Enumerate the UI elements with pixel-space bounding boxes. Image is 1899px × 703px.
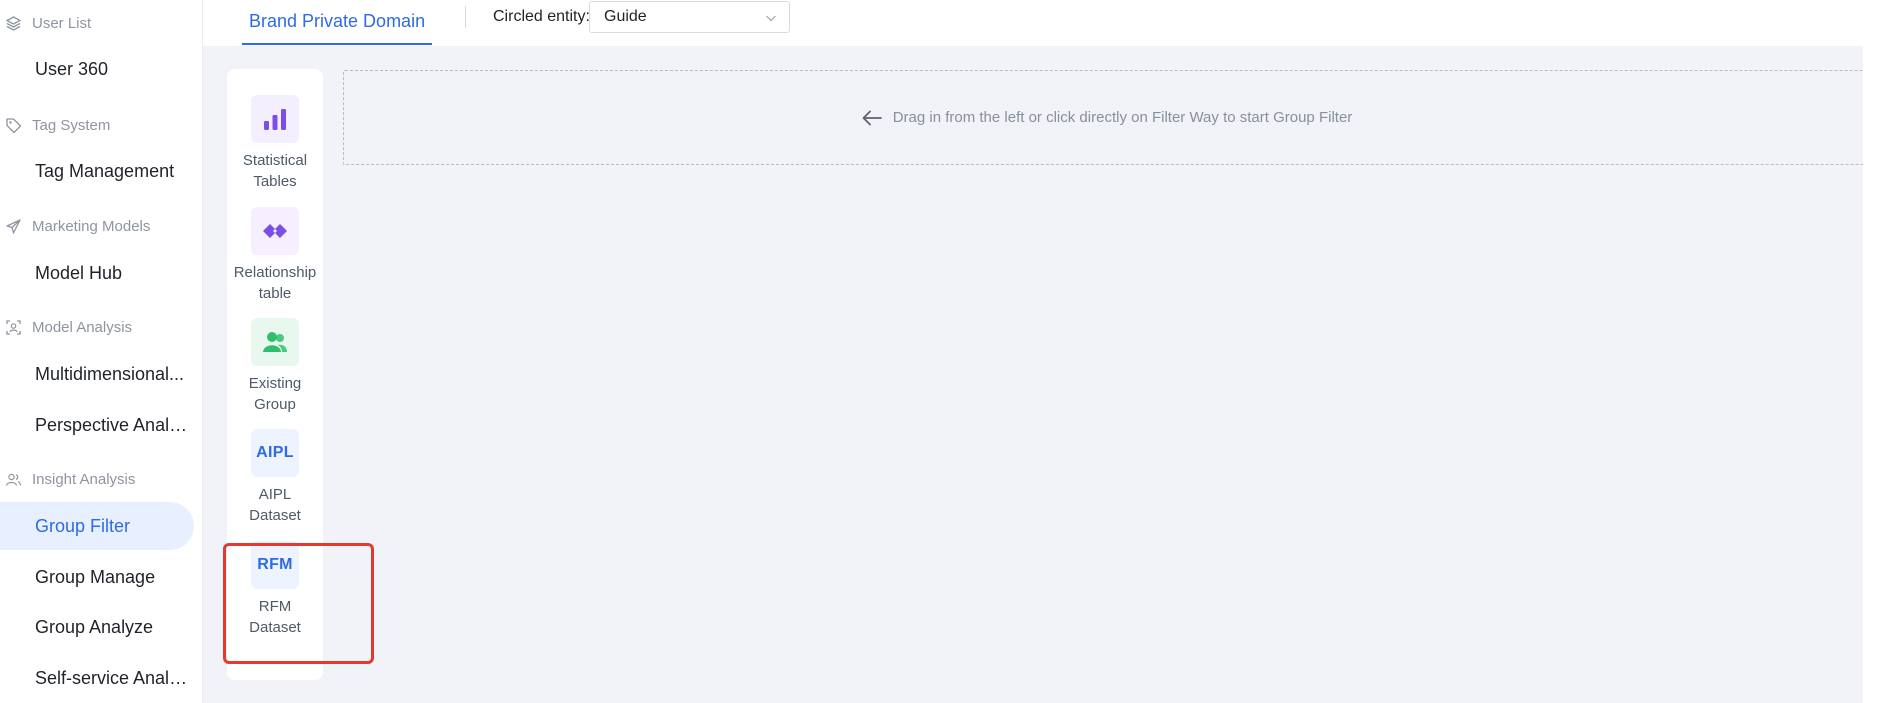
group-icon <box>251 318 299 366</box>
tag-icon <box>5 117 22 134</box>
filter-way-existing-group[interactable]: Existing Group <box>227 318 323 415</box>
filter-way-label: Relationship <box>233 264 317 281</box>
filter-way-label: AIPL <box>258 486 292 503</box>
bar-chart-icon <box>251 95 299 143</box>
filter-way-rfm-dataset[interactable]: RFM RFM Dataset <box>227 541 323 638</box>
arrow-left-icon <box>861 109 883 127</box>
filter-way-label: Statistical <box>242 152 308 169</box>
sidebar-item-perspective-analysis[interactable]: Perspective Analy... <box>0 401 194 449</box>
layers-icon <box>5 15 22 32</box>
divider <box>465 6 466 28</box>
filter-way-relationship-table[interactable]: Relationship table <box>227 207 323 304</box>
sidebar-item-multidimensional[interactable]: Multidimensional... <box>0 350 194 398</box>
rfm-icon: RFM <box>251 541 299 589</box>
sidebar-item-group-analyze[interactable]: Group Analyze <box>0 603 194 651</box>
right-edge <box>1863 0 1899 703</box>
users-icon <box>5 471 22 488</box>
aipl-icon: AIPL <box>251 429 299 477</box>
sidebar-group-marketing-models: Marketing Models <box>5 214 150 238</box>
sidebar-group-model-analysis: Model Analysis <box>5 315 132 339</box>
chevron-down-icon <box>765 11 777 23</box>
relationship-icon <box>251 207 299 255</box>
circled-entity-select[interactable]: Guide <box>589 1 790 33</box>
top-bar: Brand Private Domain Circled entity: Gui… <box>203 0 1899 46</box>
sidebar-item-tag-management[interactable]: Tag Management <box>0 147 194 195</box>
filter-way-panel: Statistical Tables Relationship table Ex… <box>227 69 323 680</box>
drop-zone-hint: Drag in from the left or click directly … <box>892 109 1353 126</box>
sidebar: User List User 360 Tag System Tag Manage… <box>0 0 203 703</box>
circled-entity-value: Guide <box>604 8 647 25</box>
filter-way-statistical-tables[interactable]: Statistical Tables <box>227 95 323 192</box>
send-icon <box>5 218 22 235</box>
sidebar-item-group-manage[interactable]: Group Manage <box>0 553 194 601</box>
sidebar-group-user-list: User List <box>5 11 91 35</box>
sidebar-item-group-filter[interactable]: Group Filter <box>0 502 194 550</box>
tab-brand-private-domain[interactable]: Brand Private Domain <box>242 0 433 45</box>
sidebar-item-model-hub[interactable]: Model Hub <box>0 249 194 297</box>
filter-way-label: Existing <box>248 375 302 392</box>
filter-way-aipl-dataset[interactable]: AIPL AIPL Dataset <box>227 429 323 526</box>
filter-drop-zone[interactable]: Drag in from the left or click directly … <box>343 70 1870 165</box>
sidebar-group-insight-analysis: Insight Analysis <box>5 467 135 491</box>
circled-entity-label: Circled entity: <box>493 8 590 25</box>
filter-way-label: Dataset <box>249 507 301 524</box>
filter-way-label: Dataset <box>249 619 301 636</box>
sidebar-item-self-service-analysis[interactable]: Self-service Analy... <box>0 654 194 702</box>
sidebar-group-tag-system: Tag System <box>5 113 110 137</box>
filter-way-label: Tables <box>253 173 297 190</box>
scan-user-icon <box>5 319 22 336</box>
filter-way-label: table <box>258 285 292 302</box>
sidebar-item-user-360[interactable]: User 360 <box>0 45 194 93</box>
filter-way-label: RFM <box>258 598 292 615</box>
filter-way-label: Group <box>254 396 296 413</box>
